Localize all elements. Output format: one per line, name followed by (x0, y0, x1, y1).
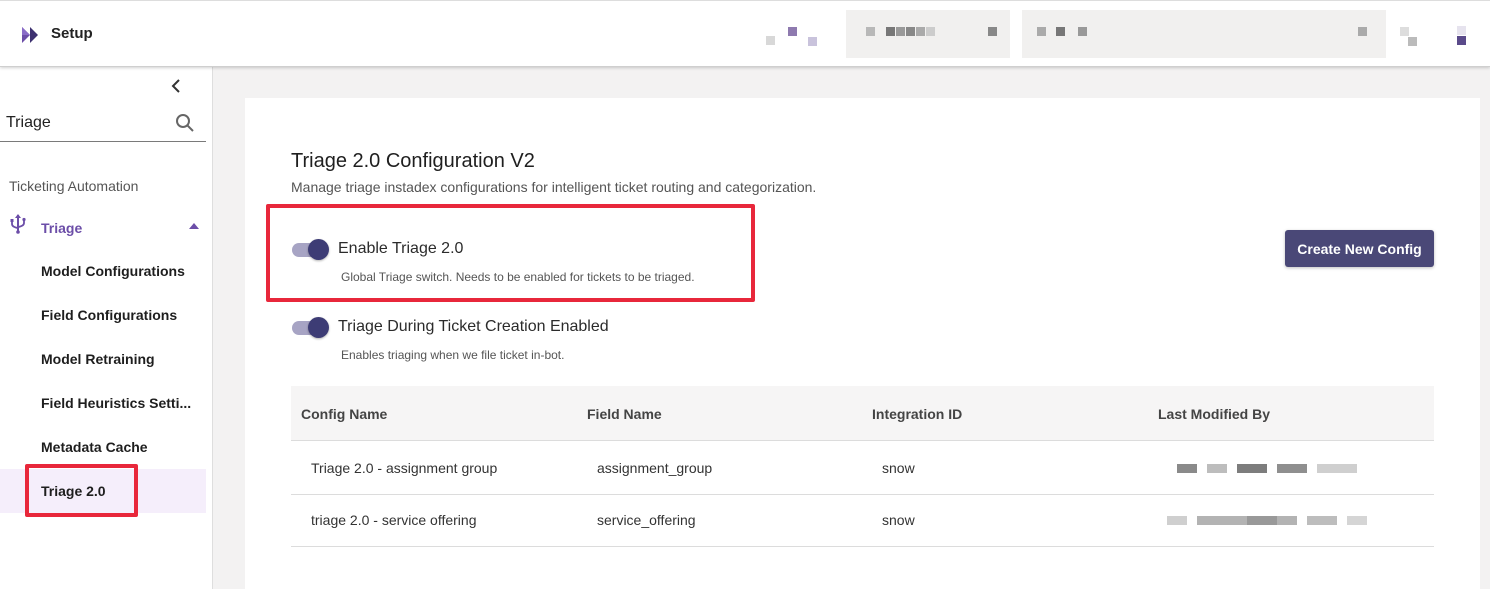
section-label: Ticketing Automation (9, 178, 139, 194)
sidebar-item-triage[interactable]: Triage (0, 210, 206, 244)
sidebar-item-model-retraining[interactable]: Model Retraining (0, 337, 206, 381)
table-row[interactable]: Triage 2.0 - assignment group assignment… (291, 443, 1434, 495)
app-title: Setup (51, 25, 93, 42)
redacted-modified-by (1167, 516, 1367, 525)
redacted-modified-by (1177, 464, 1357, 473)
double-chevron-logo-icon[interactable] (21, 25, 41, 45)
column-header-config-name[interactable]: Config Name (301, 406, 387, 422)
sidebar-item-label: Metadata Cache (41, 439, 148, 455)
highlight-box-toggle (266, 204, 755, 302)
sidebar-item-model-configurations[interactable]: Model Configurations (0, 249, 206, 293)
sidebar-item-label: Triage (41, 220, 83, 236)
cell-integration-id: snow (882, 460, 915, 476)
highlight-box-sidebar (25, 464, 138, 517)
redacted-search-box[interactable] (846, 10, 1010, 58)
sidebar-item-field-configurations[interactable]: Field Configurations (0, 293, 206, 337)
toggle-knob (308, 317, 329, 338)
sidebar-item-label: Field Configurations (41, 307, 178, 323)
search-icon[interactable] (175, 113, 195, 133)
usb-icon (10, 214, 26, 234)
sidebar-item-label: Model Configurations (41, 263, 185, 279)
triage-during-creation-toggle[interactable] (292, 316, 330, 338)
sidebar-search (0, 105, 206, 142)
sidebar-item-label: Field Heuristics Setti... (41, 395, 192, 411)
top-right-redacted-area (760, 7, 1480, 58)
page-subtitle: Manage triage instadex configurations fo… (291, 179, 817, 195)
cell-config-name: Triage 2.0 - assignment group (311, 460, 498, 476)
table-header: Config Name Field Name Integration ID La… (291, 386, 1434, 441)
chevron-left-icon[interactable] (168, 77, 186, 95)
sidebar-item-label: Model Retraining (41, 351, 155, 367)
sidebar-item-metadata-cache[interactable]: Metadata Cache (0, 425, 206, 469)
cell-field-name: assignment_group (597, 460, 713, 476)
toggle-title: Triage During Ticket Creation Enabled (338, 318, 609, 335)
column-header-field-name[interactable]: Field Name (587, 406, 662, 422)
column-header-integration-id[interactable]: Integration ID (872, 406, 962, 422)
cell-integration-id: snow (882, 512, 915, 528)
column-header-last-modified-by[interactable]: Last Modified By (1158, 406, 1270, 422)
sidebar-item-field-heuristics-settings[interactable]: Field Heuristics Setti... (0, 381, 206, 425)
toggle-description: Enables triaging when we file ticket in-… (341, 348, 565, 362)
cell-field-name: service_offering (597, 512, 696, 528)
caret-up-icon (189, 223, 199, 229)
cell-config-name: triage 2.0 - service offering (311, 512, 477, 528)
page-title: Triage 2.0 Configuration V2 (291, 150, 535, 172)
create-new-config-button[interactable]: Create New Config (1285, 230, 1434, 267)
search-input[interactable] (6, 113, 166, 133)
top-bar: Setup (0, 0, 1490, 67)
table-row[interactable]: triage 2.0 - service offering service_of… (291, 495, 1434, 547)
redacted-field[interactable] (1022, 10, 1386, 58)
